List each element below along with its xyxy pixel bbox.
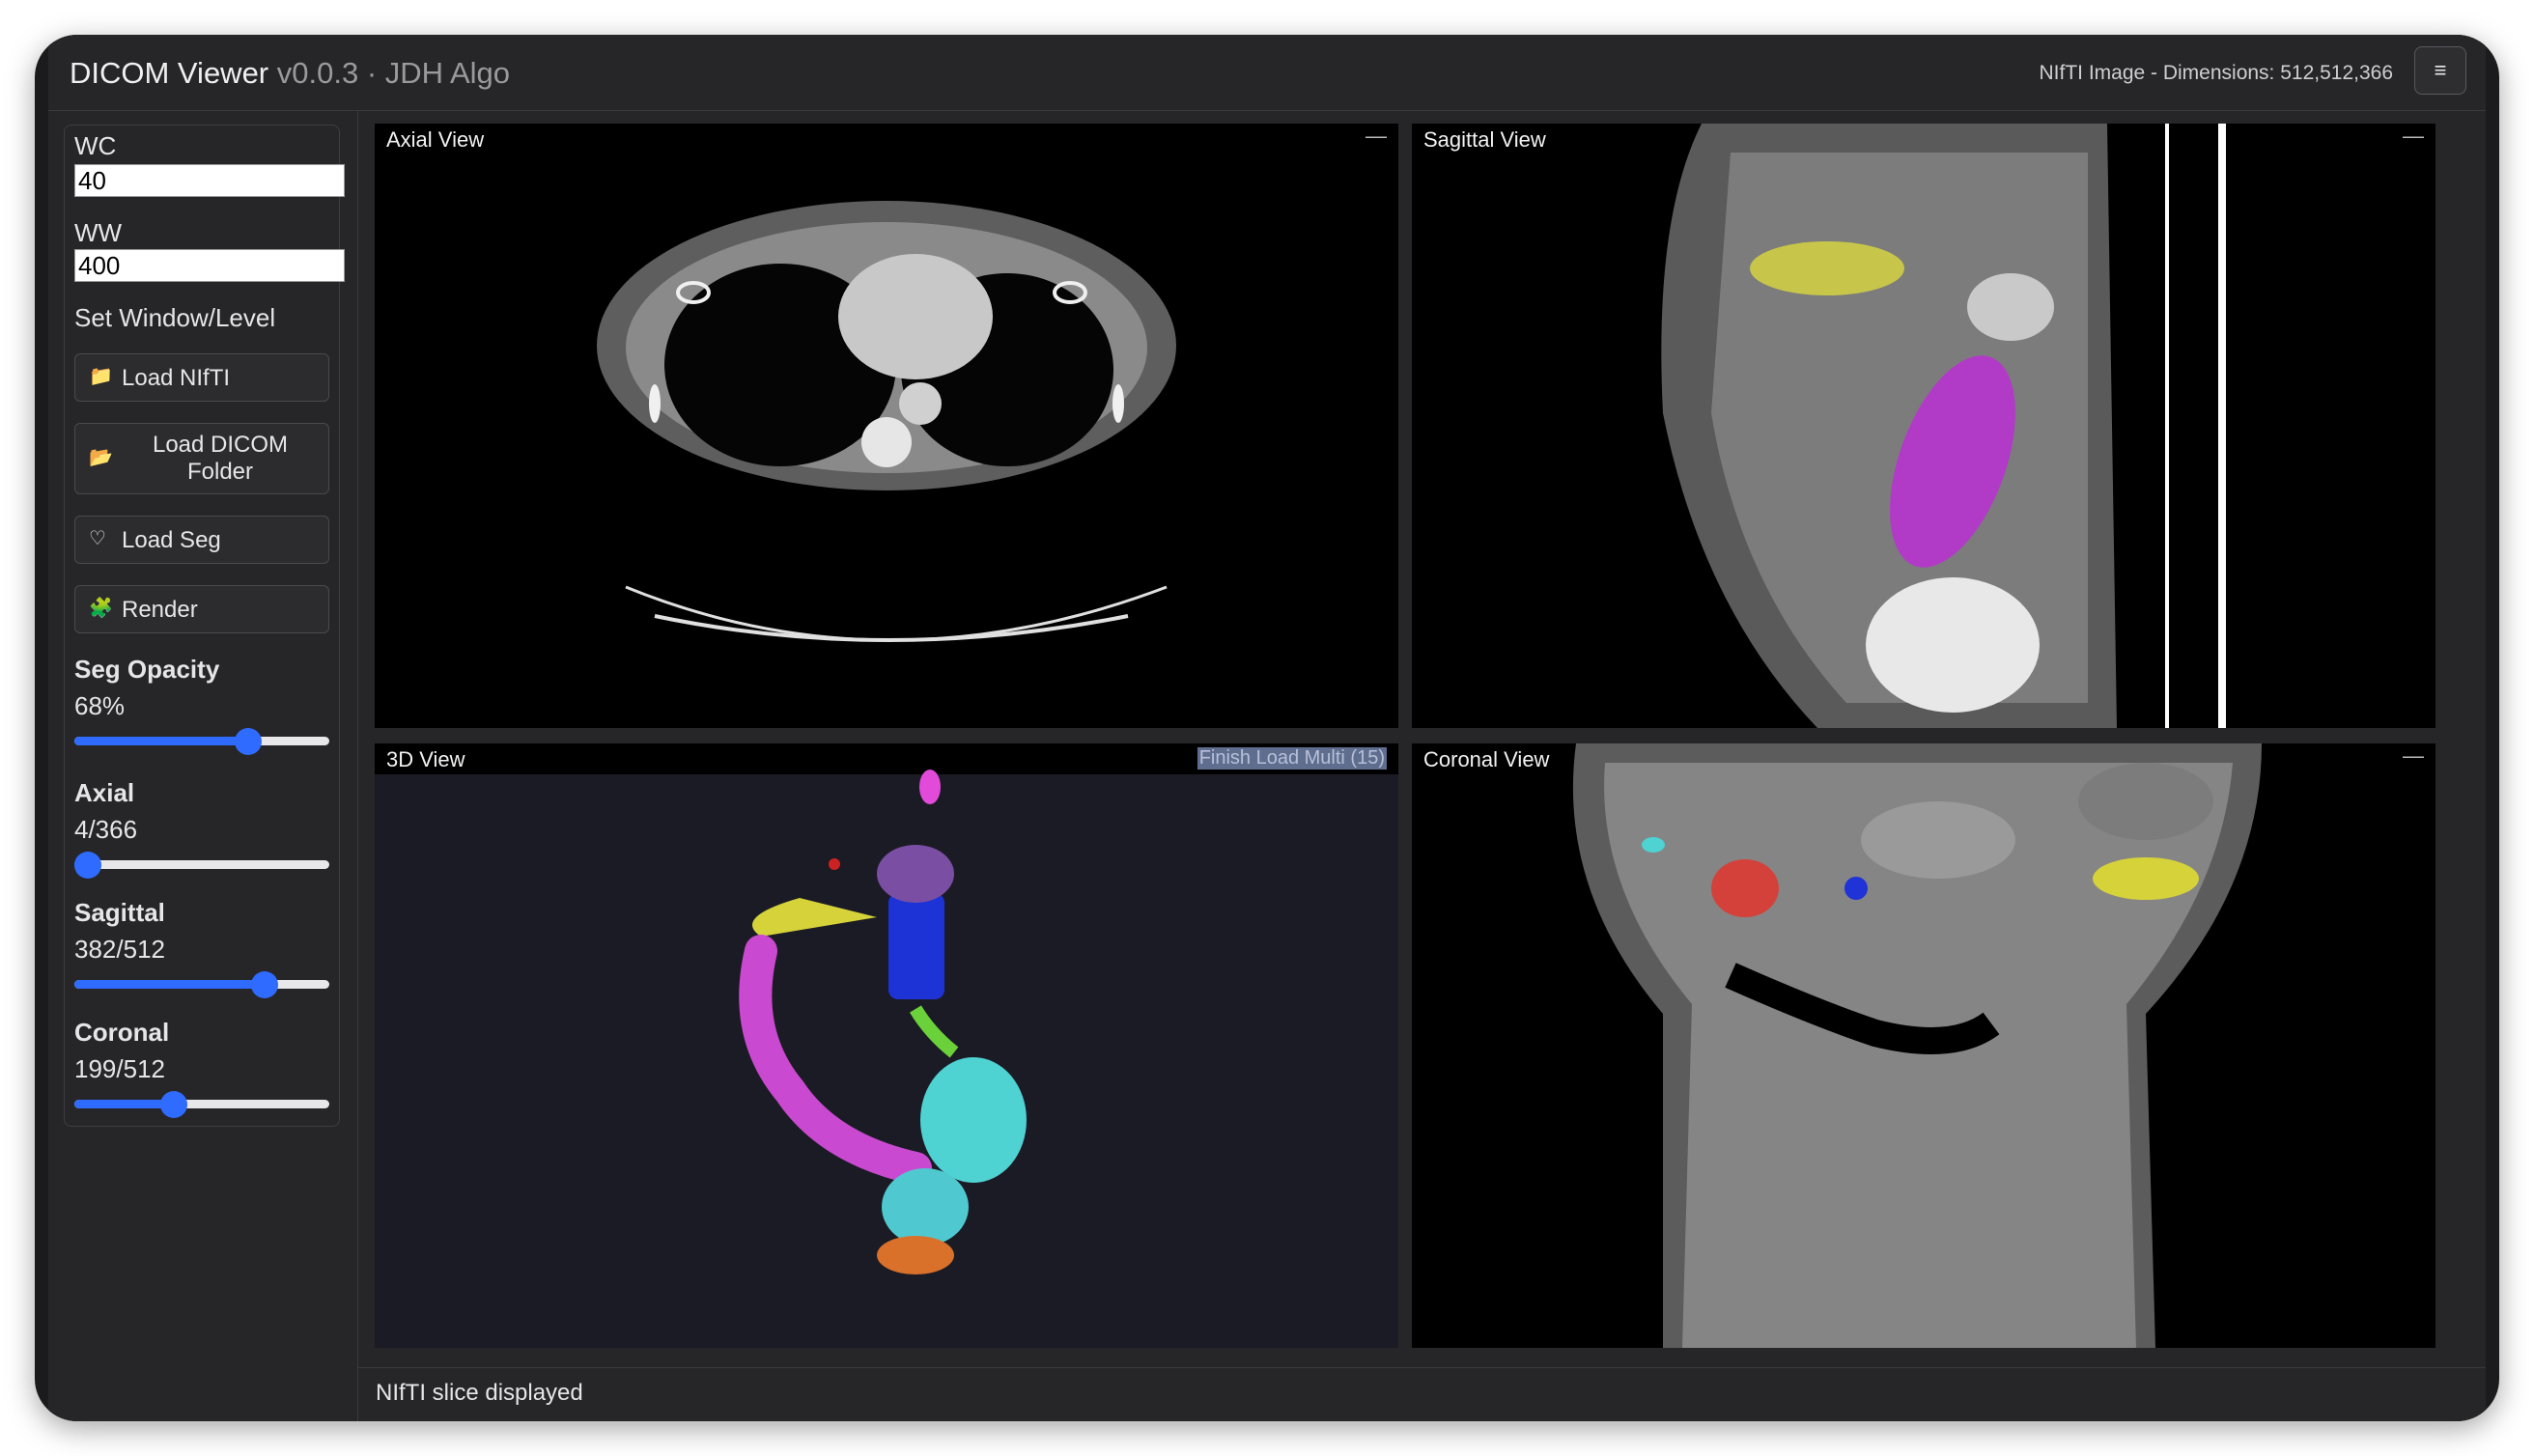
status-text: NIfTI slice displayed: [376, 1380, 583, 1406]
wc-input[interactable]: 40: [74, 164, 345, 197]
coronal-value: 199/512: [74, 1054, 165, 1083]
sidebar: WC 40 WW 400 Set Window/Level 📁 Load NIf…: [48, 111, 358, 1421]
sagittal-ct-image: [1661, 124, 2226, 728]
axial-view-title: Axial View: [386, 127, 485, 152]
seg-opacity-value: 68%: [74, 691, 126, 720]
hamburger-icon: ≡: [2434, 58, 2447, 82]
load-seg-button[interactable]: ♡ Load Seg: [74, 516, 329, 564]
slider-thumb[interactable]: [234, 728, 262, 755]
3d-render: [739, 770, 1027, 1274]
load-nifti-label: Load NIfTI: [122, 365, 231, 391]
seg-opacity-label: Seg Opacity: [74, 655, 220, 684]
coronal-slider[interactable]: [74, 1091, 329, 1118]
3d-view-title: 3D View: [386, 747, 465, 771]
slider-thumb[interactable]: [250, 971, 278, 998]
ww-input[interactable]: 400: [74, 249, 345, 282]
coronal-view[interactable]: Coronal View —: [1412, 743, 2435, 1348]
ww-label: WW: [74, 218, 123, 247]
sagittal-label: Sagittal: [74, 898, 165, 927]
sagittal-view[interactable]: Sagittal View —: [1412, 124, 2435, 728]
title-bar: DICOM Viewer v0.0.3 · JDH Algo NIfTI Ima…: [48, 35, 2486, 111]
seg-icon: ♡: [89, 528, 106, 549]
app-name: DICOM Viewer: [70, 56, 269, 90]
3d-view[interactable]: 3D View Finish Load Multi (15): [375, 743, 1398, 1348]
sagittal-view-title: Sagittal View: [1423, 127, 1546, 152]
slider-thumb[interactable]: [74, 852, 101, 879]
axial-view[interactable]: Axial View —: [375, 124, 1398, 728]
app-window: DICOM Viewer v0.0.3 · JDH Algo NIfTI Ima…: [35, 35, 2499, 1421]
load-seg-label: Load Seg: [122, 527, 221, 553]
coronal-label: Coronal: [74, 1018, 170, 1047]
folder-icon: 📁: [89, 366, 113, 387]
folder-open-icon: 📂: [89, 447, 113, 468]
image-dimensions: NIfTI Image - Dimensions: 512,512,366: [2039, 62, 2393, 84]
slider-thumb[interactable]: [159, 1091, 187, 1118]
app-body: DICOM Viewer v0.0.3 · JDH Algo NIfTI Ima…: [48, 35, 2486, 1421]
axial-ct-image: [597, 201, 1176, 642]
axial-label: Axial: [74, 778, 135, 807]
coronal-view-title: Coronal View: [1423, 747, 1550, 771]
seg-opacity-slider[interactable]: [74, 728, 329, 755]
load-dicom-folder-label: Load DICOM Folder: [152, 432, 289, 485]
axial-slider[interactable]: [74, 852, 329, 879]
coronal-ct-image: [1572, 743, 2262, 1348]
load-dicom-folder-button[interactable]: 📂 Load DICOM Folder: [74, 423, 329, 494]
sagittal-slider[interactable]: [74, 971, 329, 998]
app-version: v0.0.3 · JDH Algo: [276, 56, 510, 90]
sagittal-minimize-button[interactable]: —: [2403, 124, 2424, 149]
controls-panel: WC 40 WW 400 Set Window/Level 📁 Load NIf…: [64, 125, 345, 1127]
load-nifti-button[interactable]: 📁 Load NIfTI: [74, 353, 329, 402]
menu-button[interactable]: ≡: [2414, 46, 2466, 95]
status-bar: NIfTI slice displayed: [358, 1367, 2486, 1421]
load-status-badge: Finish Load Multi (15): [1197, 747, 1387, 770]
axial-value: 4/366: [74, 815, 138, 844]
render-label: Render: [122, 597, 198, 623]
set-window-level-button[interactable]: Set Window/Level: [74, 303, 275, 333]
sagittal-value: 382/512: [74, 935, 165, 964]
wc-label: WC: [74, 131, 117, 160]
axial-minimize-button[interactable]: —: [1366, 124, 1387, 149]
coronal-minimize-button[interactable]: —: [2403, 743, 2424, 769]
puzzle-icon: 🧩: [89, 598, 113, 619]
app-title: DICOM Viewer v0.0.3 · JDH Algo: [70, 56, 510, 91]
render-button[interactable]: 🧩 Render: [74, 585, 329, 633]
